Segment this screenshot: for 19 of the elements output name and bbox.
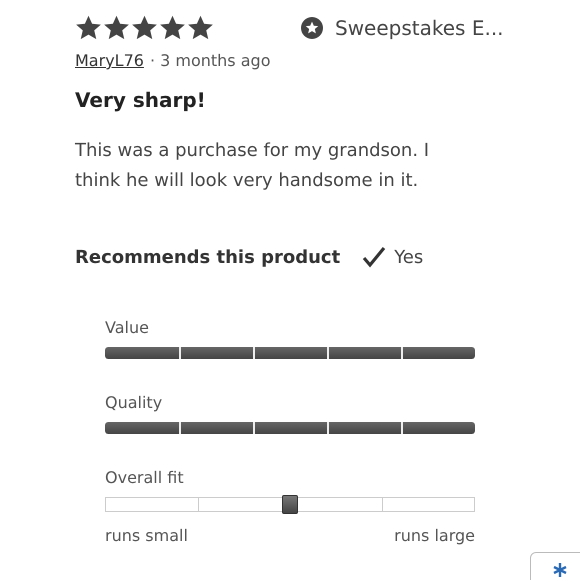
recommend-answer: Yes (394, 246, 424, 268)
rating-label: Overall fit (105, 468, 185, 487)
star-icon (131, 14, 158, 41)
asterisk-icon (553, 563, 567, 577)
min-label: runs small (105, 526, 188, 545)
star-badge-icon (301, 16, 323, 38)
star-icon (159, 14, 186, 41)
badge-label: Sweepstakes E... (335, 16, 504, 40)
star-icon (75, 14, 102, 41)
star-icon (103, 14, 130, 41)
rating-label: Value (105, 318, 150, 337)
author-link[interactable]: MaryL76 (75, 51, 144, 70)
review-title: Very sharp! (75, 88, 207, 112)
review-time: · 3 months ago (150, 51, 270, 70)
max-label: runs large (394, 526, 475, 545)
rating-label: Quality (105, 393, 164, 412)
recommend-label: Recommends this product (75, 246, 340, 268)
review-text: This was a purchase for my grandson. I think he will look very handsome in it. (75, 139, 430, 193)
star-icon (187, 14, 214, 41)
